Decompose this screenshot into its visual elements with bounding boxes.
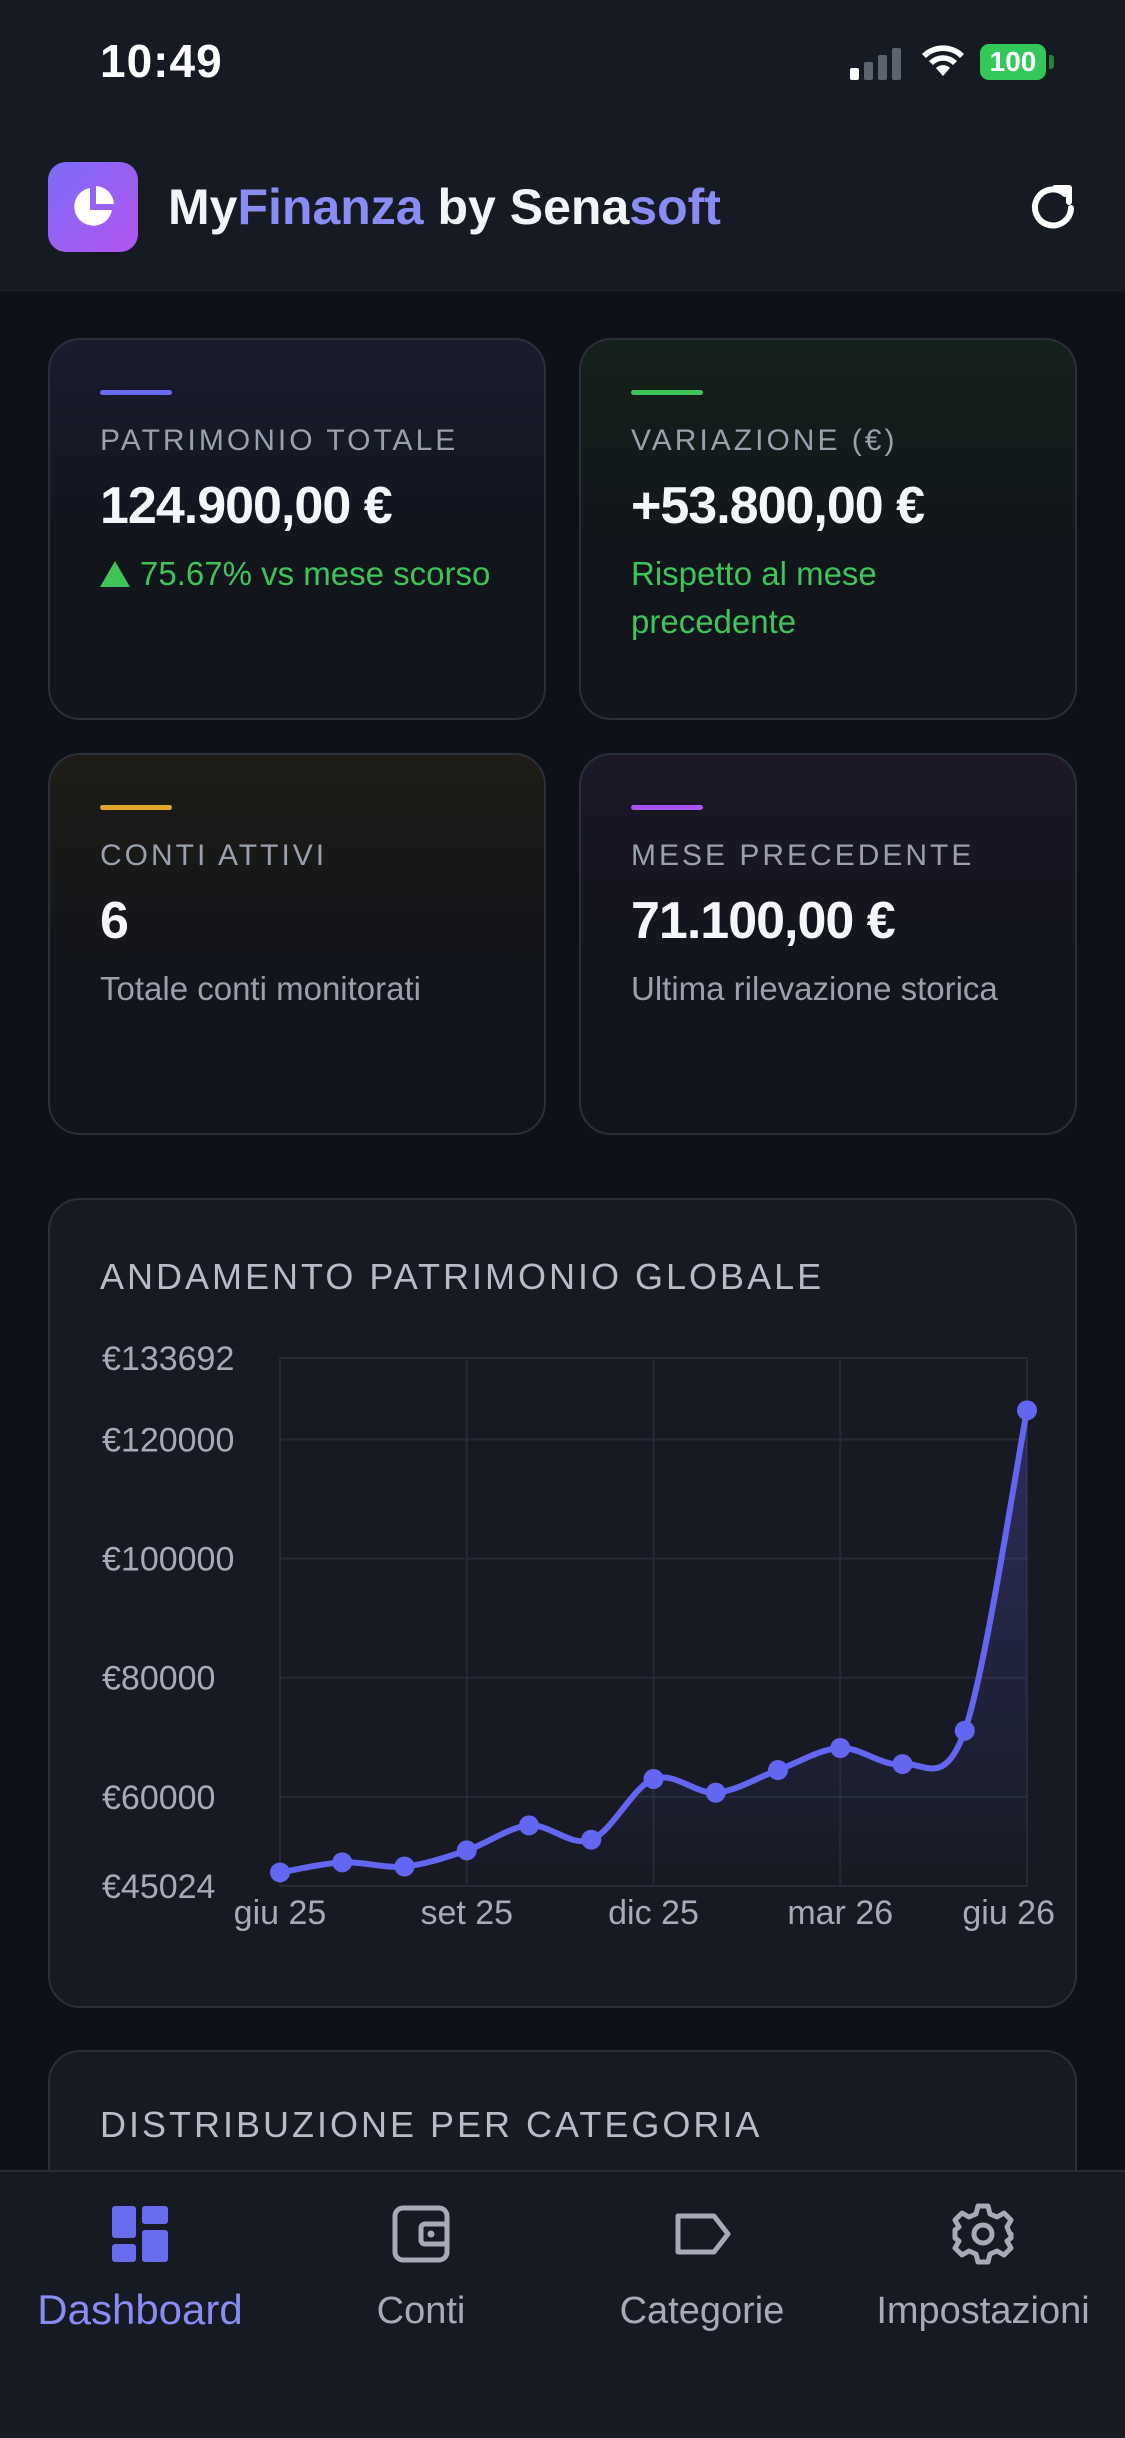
- stat-card-patrimonio: PATRIMONIO TOTALE 124.900,00 € 75.67% vs…: [48, 338, 546, 720]
- stat-sub: Ultima rilevazione storica: [631, 970, 998, 1007]
- tag-icon: [675, 2213, 731, 2255]
- stat-sub: Totale conti monitorati: [100, 970, 421, 1007]
- data-point: [705, 1782, 726, 1803]
- app-title: MyFinanza by Senasoft: [168, 178, 721, 236]
- stat-value: 71.100,00 €: [631, 892, 896, 950]
- data-point: [456, 1840, 477, 1861]
- stat-label: MESE PRECEDENTE: [631, 839, 975, 872]
- y-tick-label: €120000: [102, 1422, 234, 1460]
- y-tick-label: €60000: [102, 1779, 215, 1817]
- gear-icon: [952, 2203, 1014, 2265]
- nav-conti[interactable]: Conti: [281, 2200, 561, 2360]
- stat-card-conti: CONTI ATTIVI 6 Totale conti monitorati: [48, 753, 546, 1135]
- x-tick-label: set 25: [420, 1894, 513, 1932]
- nav-impostazioni[interactable]: Impostazioni: [843, 2200, 1123, 2360]
- x-tick-label: dic 25: [608, 1894, 699, 1932]
- stat-sub: 75.67% vs mese scorso: [100, 550, 520, 598]
- status-time: 10:49: [100, 35, 223, 87]
- stat-value: 124.900,00 €: [100, 477, 393, 535]
- x-tick-label: giu 26: [962, 1894, 1055, 1932]
- battery-cap: [1049, 55, 1054, 69]
- data-point: [892, 1754, 913, 1775]
- data-point: [581, 1829, 602, 1850]
- arrow-up-icon: [100, 561, 130, 587]
- distribution-title: DISTRIBUZIONE PER CATEGORIA: [100, 2104, 763, 2145]
- wallet-icon: [392, 2205, 450, 2263]
- chart-card: ANDAMENTO PATRIMONIO GLOBALE €133692 €120…: [48, 1198, 1077, 2008]
- accent-bar: [100, 805, 172, 810]
- status-bar: 10:49 100: [0, 0, 1125, 130]
- battery-icon: 100: [980, 44, 1046, 80]
- app-logo: [48, 162, 138, 252]
- brand-sena: Sena: [509, 179, 630, 235]
- stat-value: 6: [100, 892, 129, 950]
- wifi-icon: [922, 45, 964, 76]
- data-point: [643, 1768, 664, 1789]
- accent-bar: [631, 805, 703, 810]
- y-tick-label: €80000: [102, 1660, 215, 1698]
- nav-categorie[interactable]: Categorie: [562, 2200, 842, 2360]
- data-point: [954, 1720, 975, 1741]
- data-point: [830, 1737, 851, 1758]
- signal-icon: [850, 46, 906, 80]
- data-point: [1017, 1400, 1037, 1421]
- bottom-nav: Dashboard Conti Categorie Impostazioni: [0, 2170, 1125, 2438]
- nav-label: Impostazioni: [876, 2290, 1090, 2332]
- stat-sub: Rispetto al mese precedente: [631, 555, 877, 640]
- data-point: [332, 1852, 353, 1873]
- stat-sub-text: 75.67% vs mese scorso: [140, 555, 491, 592]
- line-chart: €133692 €120000 €100000 €80000 €60000 €45024 g…: [102, 1340, 1055, 1932]
- data-point: [519, 1815, 539, 1836]
- y-tick-label: €45024: [102, 1868, 215, 1906]
- accent-bar: [631, 390, 703, 395]
- stat-card-mese-precedente: MESE PRECEDENTE 71.100,00 € Ultima rilev…: [579, 753, 1077, 1135]
- x-tick-label: giu 25: [234, 1894, 327, 1932]
- nav-label: Dashboard: [37, 2286, 243, 2333]
- brand-my: My: [168, 179, 238, 235]
- stat-label: VARIAZIONE (€): [631, 424, 898, 457]
- accent-bar: [100, 390, 172, 395]
- refresh-icon[interactable]: [1025, 180, 1081, 236]
- nav-dashboard[interactable]: Dashboard: [0, 2200, 280, 2360]
- stat-value: +53.800,00 €: [631, 477, 925, 535]
- brand-soft: soft: [629, 179, 721, 235]
- nav-label: Categorie: [619, 2290, 785, 2332]
- pie-chart-icon: [74, 186, 114, 226]
- x-tick-label: mar 26: [787, 1894, 893, 1932]
- stat-label: CONTI ATTIVI: [100, 839, 328, 872]
- stat-label: PATRIMONIO TOTALE: [100, 424, 459, 457]
- brand-finanza: Finanza: [237, 179, 424, 235]
- brand-by: by: [423, 179, 510, 235]
- dashboard-icon: [112, 2206, 168, 2262]
- stat-card-variazione: VARIAZIONE (€) +53.800,00 € Rispetto al …: [579, 338, 1077, 720]
- nav-label: Conti: [376, 2290, 466, 2332]
- y-tick-label: €133692: [102, 1340, 234, 1378]
- data-point: [394, 1856, 415, 1877]
- data-point: [270, 1862, 290, 1883]
- data-point: [768, 1760, 788, 1781]
- y-tick-label: €100000: [102, 1541, 234, 1579]
- app-header: MyFinanza by Senasoft: [0, 130, 1125, 291]
